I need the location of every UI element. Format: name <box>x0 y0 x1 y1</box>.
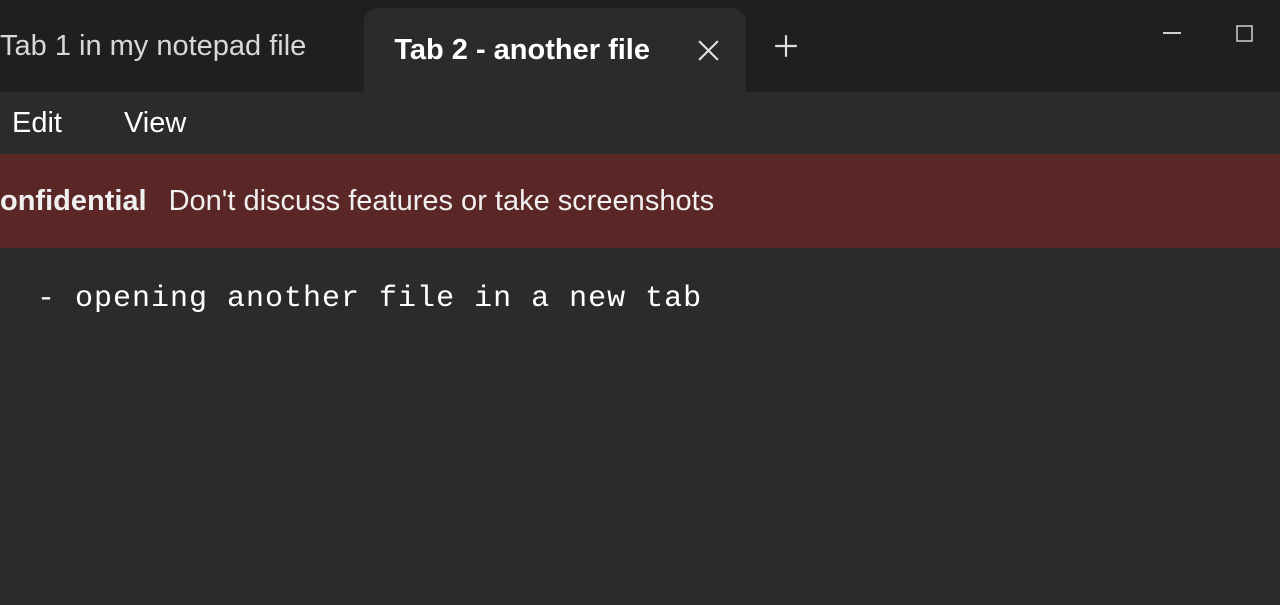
banner-label: onfidential <box>0 185 147 218</box>
confidential-banner: onfidential Don't discuss features or ta… <box>0 154 1280 248</box>
minimize-button[interactable] <box>1136 10 1208 56</box>
tab-label: Tab 1 in my notepad file <box>0 30 306 63</box>
close-icon <box>696 38 721 63</box>
close-tab-button[interactable] <box>672 8 746 92</box>
tab-strip: Tab 1 in my notepad file Tab 2 - another… <box>0 0 746 92</box>
menu-view[interactable]: View <box>122 103 188 144</box>
tab-2[interactable]: Tab 2 - another file <box>364 8 746 92</box>
plus-icon <box>773 33 799 59</box>
new-tab-button[interactable] <box>746 0 826 92</box>
minimize-icon <box>1163 32 1181 34</box>
tab-1[interactable]: Tab 1 in my notepad file <box>0 0 346 92</box>
editor-content: - opening another file in a new tab <box>18 282 1280 316</box>
maximize-button[interactable] <box>1208 10 1280 56</box>
menu-edit[interactable]: Edit <box>10 103 64 144</box>
menubar: Edit View <box>0 92 1280 154</box>
titlebar: Tab 1 in my notepad file Tab 2 - another… <box>0 0 1280 92</box>
maximize-icon <box>1236 25 1253 42</box>
text-editor[interactable]: - opening another file in a new tab <box>0 248 1280 605</box>
window-controls <box>1136 0 1280 92</box>
tab-label: Tab 2 - another file <box>394 34 650 67</box>
banner-text: Don't discuss features or take screensho… <box>169 185 715 218</box>
